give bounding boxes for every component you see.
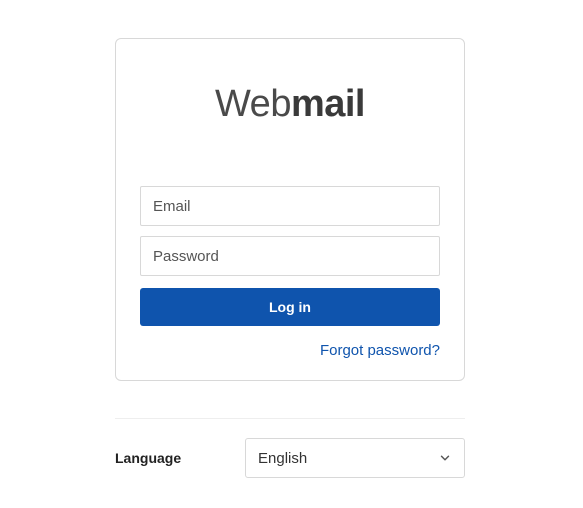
login-button[interactable]: Log in	[140, 288, 440, 326]
language-select[interactable]: English	[245, 438, 465, 478]
email-field[interactable]	[140, 186, 440, 226]
forgot-row: Forgot password?	[140, 342, 440, 360]
chevron-down-icon	[438, 451, 452, 465]
login-card: Webmail Log in Forgot password?	[115, 38, 465, 381]
divider	[115, 418, 465, 419]
language-row: Language English	[115, 438, 465, 478]
forgot-password-link[interactable]: Forgot password?	[320, 342, 440, 359]
password-field[interactable]	[140, 236, 440, 276]
language-label: Language	[115, 450, 245, 466]
app-logo: Webmail	[140, 83, 440, 126]
language-selected-value: English	[258, 450, 307, 467]
logo-text-bold: mail	[291, 83, 365, 125]
logo-text-light: Web	[215, 83, 291, 125]
